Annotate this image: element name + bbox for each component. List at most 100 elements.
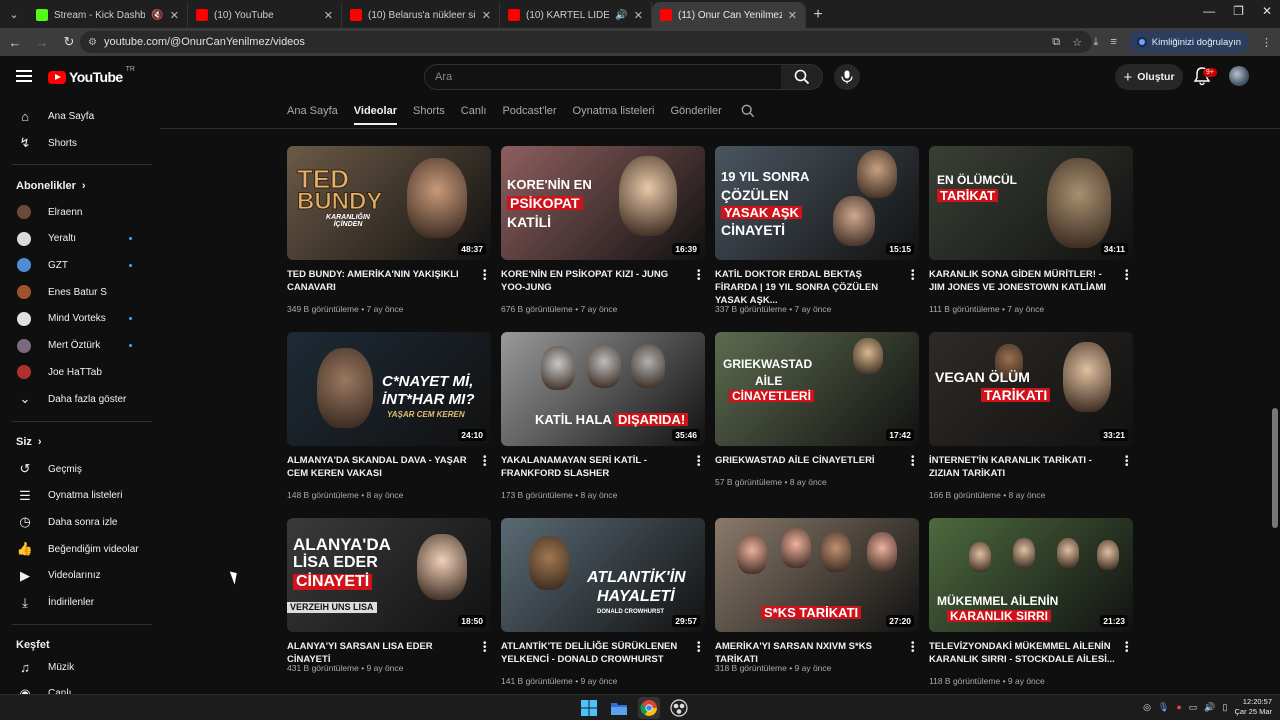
video-thumbnail[interactable]: 19 YIL SONRA ÇÖZÜLEN YASAK AŞK CİNAYETİ 15:1… (715, 146, 919, 260)
browser-menu-icon[interactable]: ⋮ (1261, 36, 1272, 49)
subscription-item[interactable]: GZT (0, 252, 152, 278)
verify-identity-button[interactable]: Kimliğinizi doğrulayın (1128, 31, 1249, 53)
video-thumbnail[interactable]: VEGAN ÖLÜM TARİKATI 33:21 (929, 332, 1133, 446)
new-tab-button[interactable]: + (806, 2, 830, 28)
sidebar-item-like[interactable]: 👍 Beğendiğim videolar (0, 536, 152, 562)
video-title[interactable]: ATLANTİK'TE DELİLİĞE SÜRÜKLENEN YELKENCİ… (501, 640, 687, 666)
close-tab-icon[interactable]: ✕ (324, 9, 333, 22)
file-explorer-icon[interactable] (608, 697, 630, 719)
close-window-icon[interactable]: ✕ (1262, 4, 1272, 18)
channel-tab[interactable]: Gönderiler (670, 105, 721, 117)
chrome-icon[interactable] (638, 697, 660, 719)
channel-search-icon[interactable] (741, 104, 755, 118)
video-thumbnail[interactable]: TED BUNDY KARANLIĞIN İÇİNDEN 48:37 (287, 146, 491, 260)
video-card[interactable]: ALANYA'DA LİSA EDER CİNAYETİ VERZEIH UNS LI… (287, 518, 491, 688)
windows-start-icon[interactable] (578, 697, 600, 719)
close-tab-icon[interactable]: ✕ (788, 9, 797, 22)
video-title[interactable]: TED BUNDY: AMERİKA'NIN YAKIŞIKLI CANAVAR… (287, 268, 473, 294)
back-icon[interactable]: ← (3, 30, 27, 54)
page-scrollbar[interactable] (1272, 408, 1278, 528)
channel-tab[interactable]: Canlı (461, 105, 487, 117)
video-card[interactable]: MÜKEMMEL AİLENİN KARANLIK SIRRI 21:23 TELEV… (929, 518, 1133, 688)
create-button[interactable]: + Oluştur (1115, 64, 1183, 90)
video-card[interactable]: TED BUNDY KARANLIĞIN İÇİNDEN 48:37 TED BUNDY… (287, 146, 491, 316)
site-info-icon[interactable]: ⚙ (88, 37, 97, 48)
sidebar-item-shorts[interactable]: ↯ Shorts (0, 130, 152, 156)
mute-icon[interactable]: 🔇 (151, 10, 163, 21)
video-card[interactable]: ATLANTİK'İN HAYALETİ DONALD CROWHURST 29:57… (501, 518, 705, 688)
subscription-item[interactable]: Elraenn (0, 199, 152, 225)
video-card[interactable]: 19 YIL SONRA ÇÖZÜLEN YASAK AŞK CİNAYETİ 15:1… (715, 146, 919, 316)
more-options-icon[interactable]: • • • (911, 267, 915, 285)
forward-icon[interactable]: → (30, 30, 54, 54)
reload-icon[interactable]: ↻ (57, 30, 81, 54)
show-more-button[interactable]: ⌄ Daha fazla göster (0, 386, 152, 412)
video-thumbnail[interactable]: ATLANTİK'İN HAYALETİ DONALD CROWHURST 29:57 (501, 518, 705, 632)
download-icon[interactable]: ⤓ (1093, 36, 1098, 49)
bookmark-star-icon[interactable]: ☆ (1072, 36, 1082, 49)
channel-tab[interactable]: Shorts (413, 105, 445, 117)
sidebar-item-download[interactable]: ⤓ İndirilenler (0, 590, 152, 616)
account-avatar[interactable] (1229, 66, 1249, 86)
video-title[interactable]: KATİL DOKTOR ERDAL BEKTAŞ FİRARDA | 19 Y… (715, 268, 901, 307)
tray-network-icon[interactable]: ▭ (1189, 702, 1198, 713)
video-thumbnail[interactable]: ALANYA'DA LİSA EDER CİNAYETİ VERZEIH UNS LI… (287, 518, 491, 632)
browser-tab[interactable]: (10) KARTEL LİDERİNE DÖN 🔊 ✕ (500, 2, 652, 28)
browser-tab[interactable]: (10) Belarus'a nükleer silah kon ✕ (342, 2, 500, 28)
subscription-item[interactable]: Mind Vorteks (0, 306, 152, 332)
video-thumbnail[interactable]: KORE'NİN EN PSİKOPAT KATİLİ 16:39 (501, 146, 705, 260)
more-options-icon[interactable]: • • • (483, 453, 487, 471)
tray-recording-icon[interactable]: ● (1176, 702, 1181, 712)
more-options-icon[interactable]: • • • (1125, 639, 1129, 657)
more-options-icon[interactable]: • • • (1125, 267, 1129, 285)
more-options-icon[interactable]: • • • (483, 267, 487, 285)
video-card[interactable]: C*NAYET Mİ, İNT*HAR MI? YAŞAR CEM KEREN 24:… (287, 332, 491, 502)
subscriptions-heading[interactable]: Abonelikler › (16, 180, 86, 192)
tab-search-icon[interactable]: ⌄ (0, 0, 28, 28)
close-tab-icon[interactable]: ✕ (170, 9, 179, 22)
more-options-icon[interactable]: • • • (911, 639, 915, 657)
browser-tab[interactable]: (10) YouTube ✕ (188, 2, 342, 28)
more-options-icon[interactable]: • • • (697, 267, 701, 285)
video-title[interactable]: İNTERNET'İN KARANLIK TARİKATI - ZIZIAN T… (929, 454, 1115, 480)
video-thumbnail[interactable]: MÜKEMMEL AİLENİN KARANLIK SIRRI 21:23 (929, 518, 1133, 632)
voice-search-button[interactable] (834, 64, 860, 90)
channel-tab[interactable]: Podcast'ler (502, 105, 556, 117)
sidebar-item-watch-later[interactable]: ◷ Daha sonra izle (0, 509, 152, 535)
tray-volume-icon[interactable]: 🔊 (1204, 702, 1215, 713)
sidebar-item-playlists[interactable]: ☰ Oynatma listeleri (0, 483, 152, 509)
video-title[interactable]: KORE'NİN EN PSİKOPAT KIZI - JUNG YOO-JUN… (501, 268, 687, 294)
maximize-icon[interactable]: ❐ (1233, 4, 1244, 18)
more-options-icon[interactable]: • • • (1125, 453, 1129, 471)
url-field[interactable]: ⚙ youtube.com/@OnurCanYenilmez/videos ⧉ … (80, 31, 1092, 53)
youtube-logo[interactable]: YouTube TR (48, 66, 135, 85)
channel-tab[interactable]: Oynatma listeleri (573, 105, 655, 117)
close-tab-icon[interactable]: ✕ (634, 9, 643, 22)
obs-icon[interactable] (668, 697, 690, 719)
install-app-icon[interactable]: ⧉ (1052, 36, 1060, 49)
video-thumbnail[interactable]: GRIEKWASTAD AİLE CİNAYETLERİ 17:42 (715, 332, 919, 446)
tray-mic-icon[interactable]: 🎙 (1158, 702, 1169, 713)
video-thumbnail[interactable]: KATİL HALA DIŞARIDA! 35:46 (501, 332, 705, 446)
tray-battery-icon[interactable]: ▯ (1223, 702, 1228, 713)
video-title[interactable]: ALMANYA'DA SKANDAL DAVA - YAŞAR CEM KERE… (287, 454, 473, 480)
search-input[interactable]: Ara (424, 64, 782, 90)
subscription-item[interactable]: Yeraltı (0, 226, 152, 252)
subscription-item[interactable]: Mert Öztürk (0, 333, 152, 359)
browser-tab[interactable]: (11) Onur Can Yenilmez - YouTu ✕ (652, 2, 806, 28)
video-card[interactable]: KATİL HALA DIŞARIDA! 35:46 YAKALANAMAYAN SE… (501, 332, 705, 502)
channel-tab[interactable]: Ana Sayfa (287, 105, 338, 117)
browser-tab[interactable]: Stream - Kick Dashboard 🔇 ✕ (28, 2, 188, 28)
taskbar-clock[interactable]: 12:20:57 Çar 25 Mar (1234, 697, 1272, 717)
close-tab-icon[interactable]: ✕ (482, 9, 491, 22)
video-thumbnail[interactable]: C*NAYET Mİ, İNT*HAR MI? YAŞAR CEM KEREN 24:… (287, 332, 491, 446)
media-control-icon[interactable]: ≡ (1110, 36, 1116, 48)
tray-app-icon[interactable]: ◎ (1143, 702, 1151, 713)
subscription-item[interactable]: Enes Batur S (0, 279, 152, 305)
video-card[interactable]: VEGAN ÖLÜM TARİKATI 33:21 İNTERNET'İN KARAN… (929, 332, 1133, 502)
sidebar-item-music[interactable]: ♫ Müzik (0, 654, 152, 680)
minimize-icon[interactable]: — (1203, 4, 1215, 18)
sidebar-item-history[interactable]: ↺ Geçmiş (0, 456, 152, 482)
video-thumbnail[interactable]: S*KS TARİKATI 27:20 (715, 518, 919, 632)
video-card[interactable]: GRIEKWASTAD AİLE CİNAYETLERİ 17:42 GRIEKWAST… (715, 332, 919, 502)
